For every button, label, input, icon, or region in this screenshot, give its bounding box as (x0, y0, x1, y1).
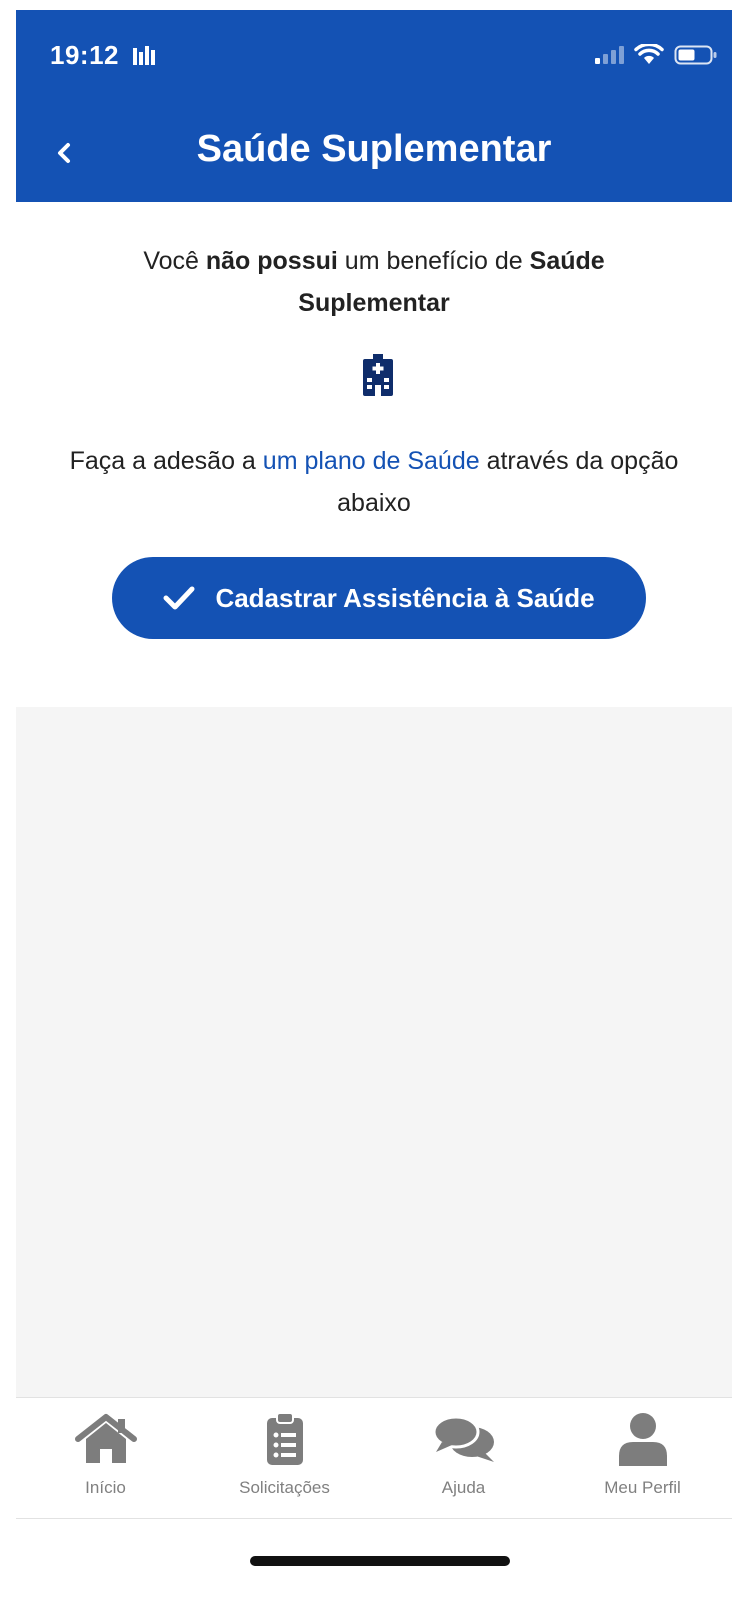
enrollment-instruction: Faça a adesão a um plano de Saúde atravé… (66, 440, 682, 524)
instruction-text: Faça a adesão a (69, 447, 263, 475)
wifi-icon (634, 44, 664, 64)
user-icon (611, 1412, 675, 1466)
message-emphasis: não possui (205, 247, 338, 275)
battery-icon (674, 45, 717, 65)
tab-label: Solicitações (239, 1478, 330, 1497)
page-title: Saúde Suplementar (196, 128, 552, 170)
tab-meu-perfil[interactable]: Meu Perfil (553, 1398, 732, 1518)
signal-icon (595, 46, 624, 64)
main-content: Você não possui um benefício de Saúde Su… (16, 202, 732, 707)
message-text: um benefício de (337, 247, 530, 275)
home-icon (74, 1412, 138, 1466)
no-benefit-message: Você não possui um benefício de Saúde Su… (86, 240, 662, 324)
tab-label: Meu Perfil (604, 1478, 681, 1497)
home-indicator[interactable] (250, 1556, 510, 1566)
tab-inicio[interactable]: Início (16, 1398, 195, 1518)
status-time: 19:12 (50, 40, 119, 70)
register-button-label: Cadastrar Assistência à Saúde (215, 582, 595, 613)
check-icon (163, 586, 195, 610)
hospital-building-icon (363, 354, 393, 396)
tab-ajuda[interactable]: Ajuda (374, 1398, 553, 1518)
clipboard-list-icon (253, 1412, 317, 1466)
bottom-tab-bar: Início Solicitações Ajuda Meu Perfil (16, 1397, 732, 1519)
health-plan-link[interactable]: um plano de Saúde (263, 447, 480, 475)
tab-solicitacoes[interactable]: Solicitações (195, 1398, 374, 1518)
chat-bubbles-icon (432, 1412, 496, 1466)
status-indicators (594, 42, 718, 68)
message-text: Você (143, 247, 206, 275)
empty-content-area (16, 707, 732, 1397)
app-screen: 19:12 Saúde Suplementar Você não possui … (16, 10, 732, 1570)
tab-label: Ajuda (441, 1478, 486, 1497)
app-notification-icon (133, 46, 155, 65)
register-health-assistance-button[interactable]: Cadastrar Assistência à Saúde (112, 557, 646, 639)
tab-label: Início (85, 1478, 126, 1497)
top-bar: 19:12 Saúde Suplementar (16, 10, 732, 202)
